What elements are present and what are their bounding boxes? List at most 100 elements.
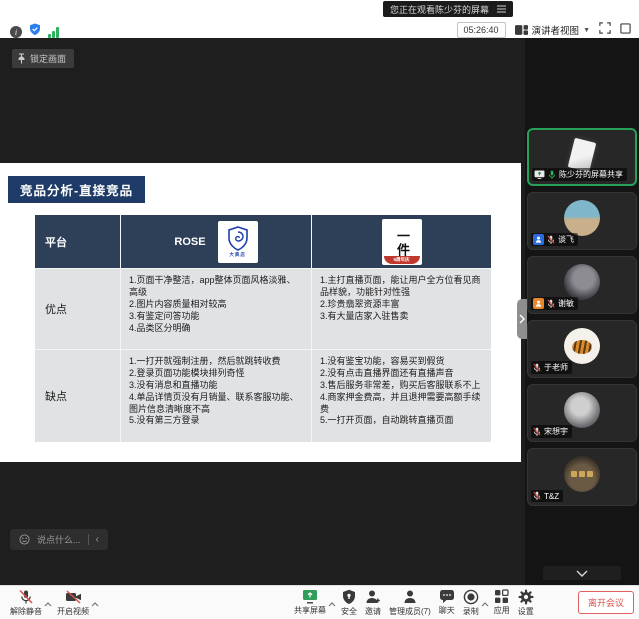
row-label-disadvantages: 缺点 [35,350,120,442]
view-mode-label: 演讲者视图 [532,23,580,37]
gear-icon [518,589,534,605]
meeting-toolbar: 解除静音 开启视频 共享屏幕 安全 邀请 [0,585,639,619]
table-header-platform: 平台 [35,215,120,268]
avatar [564,392,600,428]
topbar-controls: 05:26:40 演讲者视图 ▼ [457,21,632,39]
manage-members-label: 管理成员(7) [389,606,431,617]
pin-icon [17,53,26,64]
chat-bubble-icon [439,589,455,604]
sidebar-collapse-handle[interactable] [517,299,527,339]
speaker-view-icon [515,24,528,36]
settings-label: 设置 [518,606,534,617]
manage-members-button[interactable]: 管理成员(7) [385,589,435,617]
participant-name: 于老师 [544,362,568,373]
chat-input-placeholder[interactable]: 说点什么... [37,533,81,546]
advantages-rose-cell: 1.页面干净整洁，app整体页面风格淡雅、高级 2.图片内容质量相对较高 3.有… [121,269,311,349]
participant-name-bar: T&Z [531,490,563,502]
shared-screen-area: 锁定画面 竞品分析-直接竞品 平台 ROSE 大典店 一件 5周年庆 [0,38,525,585]
participants-sidebar: 陈少芬的屏幕共享 谈飞 谢敏 于老师 [525,38,639,585]
onepiece-logo-ribbon: 5周年庆 [384,256,420,264]
chat-quick-bar[interactable]: 说点什么... ‹ [10,529,108,550]
chevron-down-icon: ▼ [583,27,590,34]
participant-name-bar: 谈飞 [531,233,578,246]
watching-banner[interactable]: 您正在观看陈少芬的屏幕 [383,1,513,17]
apps-button[interactable]: 应用 [490,589,514,616]
advantages-onepiece-cell: 1.主打直播页面，能让用户全方位看见商品样貌，功能针对性强 2.珍贵翡翠资源丰富… [312,269,491,349]
participant-name-bar: 于老师 [531,361,572,374]
rose-logo-caption: 大典店 [229,252,246,258]
meeting-timer: 05:26:40 [457,22,506,38]
window-mode-icon[interactable] [620,21,631,39]
avatar [564,456,600,492]
meeting-window: 您正在观看陈少芬的屏幕 i 05:26:40 演讲者视图 ▼ 锁定画面 [0,0,639,619]
disadvantages-onepiece-cell: 1.没有鉴宝功能，容易买到假货 2.没有点击直播界面还有直播声音 3.售后服务非… [312,350,491,442]
microphone-on-icon [548,170,556,180]
share-screen-icon [302,589,318,604]
leave-meeting-button[interactable]: 离开会议 [578,591,634,614]
record-options-chevron-icon[interactable] [480,594,490,612]
start-video-button[interactable]: 开启视频 [53,589,93,617]
share-screen-button[interactable]: 共享屏幕 [290,589,330,616]
video-tile[interactable]: 谈飞 [527,192,637,250]
apps-label: 应用 [494,605,510,616]
emoji-icon[interactable] [19,534,30,545]
video-tile[interactable]: 谢敏 [527,256,637,314]
rose-label: ROSE [174,236,205,248]
video-tile[interactable]: 宋想宇 [527,384,637,442]
apps-grid-icon [494,589,509,604]
participant-name: 陈少芬的屏幕共享 [559,169,623,180]
share-options-chevron-icon[interactable] [327,594,337,612]
security-shield-icon [342,589,356,605]
pin-view-button[interactable]: 锁定画面 [12,49,74,68]
signal-strength-icon[interactable] [48,27,59,38]
role-badge-icon [533,298,544,309]
security-button[interactable]: 安全 [337,589,361,617]
participant-name: 谢敏 [558,298,574,309]
members-icon [402,589,418,605]
microphone-muted-icon [533,427,541,437]
toolbar-left-group: 解除静音 开启视频 [6,589,100,617]
comparison-table: 平台 ROSE 大典店 一件 5周年庆 优点 1.页面干净整洁，app [35,215,490,442]
table-header-onepiece: 一件 5周年庆 [312,215,491,268]
chat-button[interactable]: 聊天 [435,589,459,616]
fullscreen-icon[interactable] [599,21,611,39]
table-header-rose: ROSE 大典店 [121,215,311,268]
video-tile-screen-share[interactable]: 陈少芬的屏幕共享 [527,128,637,186]
security-label: 安全 [341,606,357,617]
microphone-muted-icon [533,491,541,501]
role-badge-icon [533,234,544,245]
microphone-muted-icon [547,299,555,309]
view-mode-selector[interactable]: 演讲者视图 ▼ [515,23,590,37]
divider [88,534,89,545]
microphone-muted-icon [18,589,34,605]
chevron-down-icon [576,570,588,577]
avatar [564,264,600,300]
unmute-options-chevron-icon[interactable] [43,594,53,612]
chat-collapse-icon[interactable]: ‹ [96,534,99,545]
invite-label: 邀请 [365,606,381,617]
video-tile[interactable]: T&Z [527,448,637,506]
camera-muted-icon [65,589,82,605]
chevron-right-icon [519,314,525,324]
disadvantages-rose-cell: 1.一打开就强制注册，然后就跳转收费 2.登录页面功能模块排列奇怪 3.没有消息… [121,350,311,442]
settings-button[interactable]: 设置 [514,589,538,617]
participant-name: 宋想宇 [544,426,568,437]
participant-name-bar: 陈少芬的屏幕共享 [532,168,627,181]
unmute-button[interactable]: 解除静音 [6,589,46,617]
video-options-chevron-icon[interactable] [90,594,100,612]
toolbar-center-group: 共享屏幕 安全 邀请 管理成员(7) 聊天 录制 [290,589,538,617]
video-tile[interactable]: 于老师 [527,320,637,378]
avatar [564,200,600,236]
watching-banner-text: 您正在观看陈少芬的屏幕 [390,3,489,16]
scroll-participants-down-button[interactable] [543,566,621,580]
start-video-label: 开启视频 [57,606,89,617]
info-icon[interactable]: i [10,26,22,38]
participant-name: 谈飞 [558,234,574,245]
invite-button[interactable]: 邀请 [361,589,385,617]
unmute-label: 解除静音 [10,606,42,617]
pin-view-label: 锁定画面 [30,52,66,65]
slide-title: 竞品分析-直接竞品 [8,176,145,203]
onepiece-logo: 一件 5周年庆 [382,219,422,265]
onepiece-logo-text: 一件 [395,229,408,257]
banner-menu-icon[interactable] [497,0,506,18]
